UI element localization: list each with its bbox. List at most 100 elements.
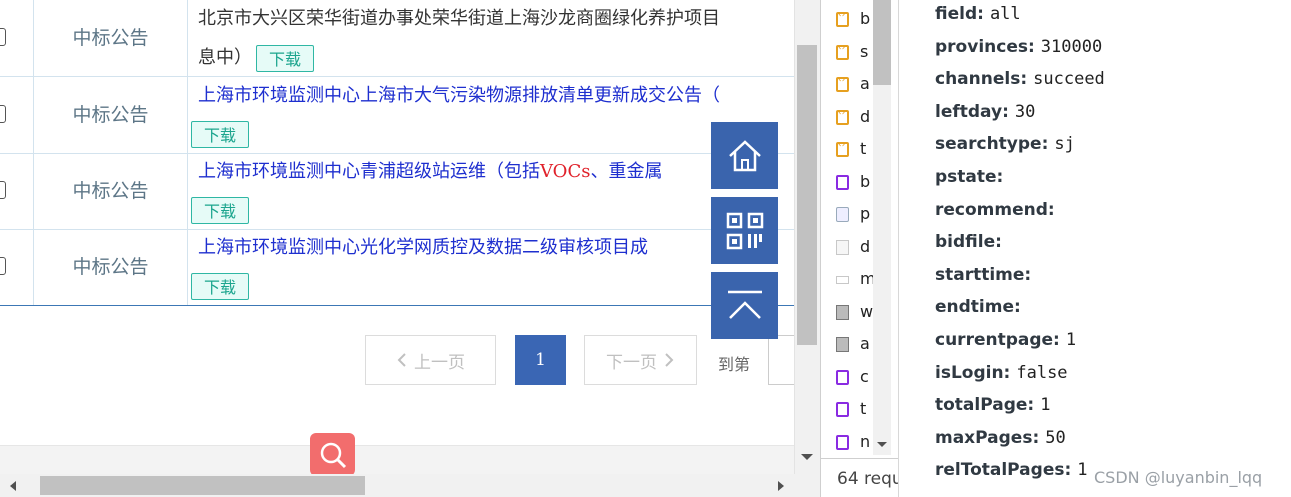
announcement-type: 中标公告 (72, 256, 149, 278)
row-checkbox[interactable] (0, 257, 6, 275)
home-icon (728, 139, 761, 171)
request-row[interactable]: w (821, 296, 873, 328)
prev-page-label: 上一页 (414, 352, 465, 373)
request-name[interactable]: a (860, 74, 870, 93)
request-name[interactable]: t (860, 399, 866, 418)
request-name[interactable]: d (860, 237, 870, 256)
request-count: 64 requ (837, 469, 898, 489)
scroll-left-arrow-icon[interactable] (10, 481, 16, 491)
chevron-left-icon (397, 353, 406, 367)
request-row[interactable]: b (821, 3, 873, 35)
request-name[interactable]: t (860, 139, 866, 158)
title-second-line: 息中） (198, 47, 252, 68)
title-text[interactable]: 上海市环境监测中心上海市大气污染物源排放清单更新成交公告（ (198, 85, 720, 106)
payload-value: false (1016, 362, 1068, 383)
announcement-title[interactable]: 上海市环境监测中心上海市大气污染物源排放清单更新成交公告（ (198, 81, 794, 107)
request-name[interactable]: b (860, 172, 870, 191)
edit-icon (836, 402, 849, 417)
request-name[interactable]: d (860, 107, 870, 126)
search-button[interactable] (310, 433, 355, 474)
request-name[interactable]: a (860, 334, 870, 353)
request-name[interactable]: s (860, 42, 868, 61)
request-name[interactable]: n (860, 432, 870, 451)
payload-value: 1 (1065, 330, 1077, 350)
doc-icon (836, 239, 849, 255)
request-count-bar: 64 requ (821, 458, 898, 497)
request-row[interactable]: d (821, 101, 873, 133)
title-text[interactable]: 上海市环境监测中心青浦超级站运维（包括 (198, 161, 540, 182)
script-icon (836, 10, 849, 27)
request-row[interactable]: n (821, 426, 873, 458)
home-button[interactable] (711, 122, 778, 189)
announcement-title[interactable]: 上海市环境监测中心光化学网质控及数据二级审核项目成（ (198, 233, 794, 259)
footer-strip (0, 445, 794, 474)
request-row[interactable]: t (821, 393, 873, 425)
row-checkbox[interactable] (0, 181, 6, 199)
download-button[interactable]: 下载 (256, 44, 314, 72)
download-button[interactable]: 下载 (191, 197, 249, 224)
refresh-doc-icon (836, 207, 849, 222)
row-checkbox[interactable] (0, 105, 6, 123)
title-highlight[interactable]: VOCs (540, 161, 590, 182)
request-payload-panel: field: all provinces: 310000 channels: succee… (898, 0, 1291, 497)
title-text[interactable]: 、重金属 (590, 161, 662, 182)
payload-value: all (989, 4, 1021, 24)
title-text[interactable]: 北京市大兴区荣华街道办事处荣华街道上海沙龙商圈绿化养护项目 (198, 8, 720, 29)
goto-page-input[interactable] (768, 335, 794, 385)
scrollbar-thumb[interactable] (40, 476, 365, 495)
goto-page-label: 到第 (718, 355, 751, 374)
request-name[interactable]: b (860, 9, 870, 28)
back-to-top-button[interactable] (711, 272, 778, 339)
payload-field: channels: succeed (935, 69, 1105, 99)
request-row[interactable]: p (821, 198, 873, 230)
request-name[interactable]: c (860, 367, 869, 386)
table-border (0, 305, 794, 306)
title-text[interactable]: 上海市环境监测中心光化学网质控及数据二级审核项目成 (198, 237, 648, 258)
request-name[interactable]: p (860, 204, 870, 223)
scrollbar-thumb[interactable] (873, 0, 891, 85)
payload-field: starttime: (935, 265, 1037, 295)
request-name[interactable]: w (860, 302, 873, 321)
payload-value: 1 (1077, 460, 1088, 481)
script-icon (836, 108, 849, 125)
payload-key: currentpage: (935, 330, 1060, 350)
request-row[interactable]: m (821, 263, 876, 295)
payload-value: sj (1054, 134, 1075, 155)
table-row: 中标公告 上海市环境监测中心青浦超级站运维（包括VOCs、重金属等） 下载 (0, 153, 794, 230)
row-checkbox[interactable] (0, 28, 6, 46)
page-number-button[interactable]: 1 (515, 335, 566, 385)
download-button[interactable]: 下载 (191, 121, 249, 148)
title-continuation: 息中） 下载 (198, 43, 314, 72)
request-row[interactable]: s (821, 36, 873, 68)
payload-key: leftday: (935, 101, 1009, 122)
page-horizontal-scrollbar[interactable] (0, 474, 794, 497)
payload-key: maxPages: (935, 427, 1040, 448)
request-row[interactable]: a (821, 68, 873, 100)
page-vertical-scrollbar[interactable] (794, 0, 821, 474)
next-page-button[interactable]: 下一页 (584, 335, 697, 385)
edit-icon (836, 174, 849, 190)
request-list-scrollbar[interactable] (873, 0, 891, 455)
payload-key: recommend: (935, 199, 1055, 220)
request-row[interactable]: t (821, 133, 873, 165)
scroll-down-arrow-icon[interactable] (877, 442, 887, 447)
download-button[interactable]: 下载 (191, 273, 249, 300)
scroll-right-arrow-icon[interactable] (778, 481, 784, 491)
payload-field: recommend: (935, 200, 1061, 230)
announcement-type: 中标公告 (72, 27, 149, 49)
request-row[interactable]: a (821, 328, 873, 360)
payload-value: 50 (1045, 427, 1066, 448)
announcement-title[interactable]: 上海市环境监测中心青浦超级站运维（包括VOCs、重金属等） (198, 157, 794, 183)
announcement-title[interactable]: 北京市大兴区荣华街道办事处荣华街道上海沙龙商圈绿化养护项目 (198, 4, 794, 30)
search-icon (320, 442, 346, 468)
request-row[interactable]: c (821, 361, 873, 393)
qr-code-button[interactable] (711, 197, 778, 264)
scrollbar-thumb[interactable] (797, 45, 817, 345)
request-row[interactable]: d (821, 231, 873, 263)
scroll-down-arrow-icon[interactable] (801, 454, 813, 460)
prev-page-button[interactable]: 上一页 (365, 335, 496, 385)
payload-field: provinces: 310000 (935, 37, 1102, 67)
search-results-page: 中标公告 北京市大兴区荣华街道办事处荣华街道上海沙龙商圈绿化养护项目 息中） 下载… (0, 0, 794, 474)
request-row[interactable]: b (821, 166, 873, 198)
payload-field: pstate: (935, 167, 1009, 197)
